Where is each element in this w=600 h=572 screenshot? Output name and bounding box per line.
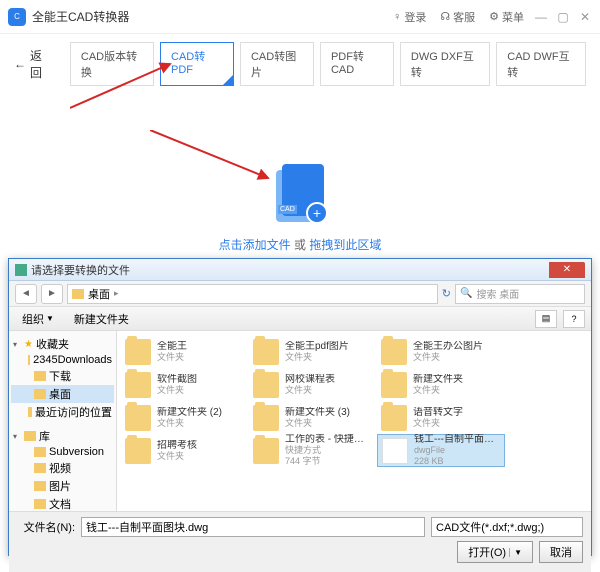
- nav-forward-button[interactable]: ►: [41, 284, 63, 304]
- cad-file-icon: CAD +: [270, 164, 330, 224]
- view-mode-button[interactable]: ▤: [535, 310, 557, 328]
- toolbar: ←返回 CAD版本转换CAD转PDFCAD转图片PDF转CADDWG DXF互转…: [0, 34, 600, 94]
- folder-icon: [34, 447, 46, 457]
- breadcrumb[interactable]: 桌面 ▸: [67, 284, 438, 304]
- drop-area[interactable]: CAD + 点击添加文件 或 拖拽到此区域: [0, 94, 600, 283]
- headset-icon: ☊: [440, 10, 450, 23]
- search-input[interactable]: 🔍 搜索 桌面: [455, 284, 585, 304]
- chevron-right-icon: ▸: [114, 288, 119, 299]
- folder-icon: [34, 371, 46, 381]
- file-item[interactable]: 软件截图文件夹: [121, 368, 249, 401]
- filename-input[interactable]: [81, 517, 425, 537]
- drop-hint: 点击添加文件 或 拖拽到此区域: [0, 236, 600, 253]
- maximize-button[interactable]: ▢: [556, 10, 570, 24]
- folder-icon: [34, 481, 46, 491]
- tab-5[interactable]: CAD DWF互转: [496, 42, 586, 86]
- file-item[interactable]: 新建文件夹 (3)文件夹: [249, 401, 377, 434]
- dialog-title: 请选择要转换的文件: [31, 262, 549, 278]
- folder-icon: [34, 463, 46, 473]
- cancel-button[interactable]: 取消: [539, 541, 583, 563]
- file-item[interactable]: 工作的表 - 快捷方式快捷方式744 字节: [249, 434, 377, 467]
- add-badge-icon: +: [306, 202, 328, 224]
- drag-hint: 拖拽到此区域: [309, 238, 381, 252]
- tab-3[interactable]: PDF转CAD: [320, 42, 394, 86]
- tree-item[interactable]: 桌面: [11, 385, 114, 403]
- app-logo-icon: C: [8, 8, 26, 26]
- tab-4[interactable]: DWG DXF互转: [400, 42, 490, 86]
- folder-icon: [253, 339, 279, 365]
- file-item[interactable]: 全能王文件夹: [121, 335, 249, 368]
- folder-icon: [34, 389, 46, 399]
- folder-icon: [381, 339, 407, 365]
- search-icon: 🔍: [460, 288, 472, 299]
- help-button[interactable]: ?: [563, 310, 585, 328]
- tree-item[interactable]: 视频: [11, 459, 114, 477]
- dialog-titlebar: 请选择要转换的文件 ✕: [9, 259, 591, 281]
- dialog-close-button[interactable]: ✕: [549, 262, 585, 278]
- dialog-icon: [15, 264, 27, 276]
- app-title: 全能王CAD转换器: [32, 8, 393, 25]
- file-open-dialog: 请选择要转换的文件 ✕ ◄ ► 桌面 ▸ ↻ 🔍 搜索 桌面 组织▼ 新建文件夹…: [8, 258, 592, 556]
- minimize-button[interactable]: —: [534, 10, 548, 24]
- folder-icon: [72, 289, 84, 299]
- chevron-down-icon: ▼: [46, 314, 54, 323]
- login-button[interactable]: ♀登录: [393, 9, 426, 25]
- titlebar: C 全能王CAD转换器 ♀登录 ☊客服 ⚙菜单 — ▢ ✕: [0, 0, 600, 34]
- folder-tree: ▾★收藏夹2345Downloads下载桌面最近访问的位置 ▾库Subversio…: [9, 331, 117, 511]
- open-button[interactable]: 打开(O)▼: [457, 541, 533, 563]
- file-item[interactable]: 语音转文字文件夹: [377, 401, 505, 434]
- file-list: 全能王文件夹全能王pdf图片文件夹全能王办公图片文件夹软件截图文件夹网校课程表文…: [117, 331, 591, 511]
- refresh-icon[interactable]: ↻: [442, 287, 451, 300]
- dwg-file-icon: [382, 438, 408, 464]
- star-icon: ★: [24, 339, 33, 350]
- folder-icon: [253, 438, 279, 464]
- folder-icon: [28, 355, 30, 365]
- tree-item[interactable]: 最近访问的位置: [11, 403, 114, 421]
- folder-icon: [125, 339, 151, 365]
- user-icon: ♀: [393, 11, 401, 23]
- new-folder-button[interactable]: 新建文件夹: [67, 309, 136, 329]
- add-file-link[interactable]: 点击添加文件: [219, 238, 291, 252]
- file-item[interactable]: 全能王办公图片文件夹: [377, 335, 505, 368]
- tab-1[interactable]: CAD转PDF: [160, 42, 234, 86]
- tree-item[interactable]: 2345Downloads: [11, 353, 114, 367]
- arrow-left-icon: ←: [14, 57, 26, 71]
- nav-back-button[interactable]: ◄: [15, 284, 37, 304]
- file-item[interactable]: 网校课程表文件夹: [249, 368, 377, 401]
- file-item[interactable]: 全能王pdf图片文件夹: [249, 335, 377, 368]
- file-item[interactable]: 新建文件夹文件夹: [377, 368, 505, 401]
- filename-label: 文件名(N):: [17, 519, 75, 535]
- gear-icon: ⚙: [489, 10, 499, 23]
- tree-item[interactable]: 下载: [11, 367, 114, 385]
- tree-item[interactable]: 文档: [11, 495, 114, 511]
- tree-item[interactable]: ▾★收藏夹: [11, 335, 114, 353]
- folder-icon: [34, 499, 46, 509]
- close-button[interactable]: ✕: [578, 10, 592, 24]
- organize-button[interactable]: 组织▼: [15, 309, 61, 329]
- chevron-down-icon: ▼: [509, 548, 522, 557]
- folder-icon: [125, 405, 151, 431]
- folder-icon: [125, 438, 151, 464]
- file-item[interactable]: 钱工---自制平面图块.dwgdwgFile228 KB: [377, 434, 505, 467]
- dialog-nav: ◄ ► 桌面 ▸ ↻ 🔍 搜索 桌面: [9, 281, 591, 307]
- tab-2[interactable]: CAD转图片: [240, 42, 314, 86]
- tab-0[interactable]: CAD版本转换: [70, 42, 154, 86]
- file-item[interactable]: 招聘考核文件夹: [121, 434, 249, 467]
- folder-icon: [24, 431, 36, 441]
- support-button[interactable]: ☊客服: [440, 9, 475, 25]
- folder-icon: [253, 372, 279, 398]
- tree-item[interactable]: 图片: [11, 477, 114, 495]
- menu-button[interactable]: ⚙菜单: [489, 9, 524, 25]
- folder-icon: [28, 407, 32, 417]
- tree-item[interactable]: ▾库: [11, 427, 114, 445]
- file-item[interactable]: 新建文件夹 (2)文件夹: [121, 401, 249, 434]
- folder-icon: [253, 405, 279, 431]
- back-button[interactable]: ←返回: [14, 47, 52, 81]
- dialog-toolbar: 组织▼ 新建文件夹 ▤ ?: [9, 307, 591, 331]
- folder-icon: [125, 372, 151, 398]
- folder-icon: [381, 372, 407, 398]
- filetype-select[interactable]: [431, 517, 583, 537]
- folder-icon: [381, 405, 407, 431]
- tree-item[interactable]: Subversion: [11, 445, 114, 459]
